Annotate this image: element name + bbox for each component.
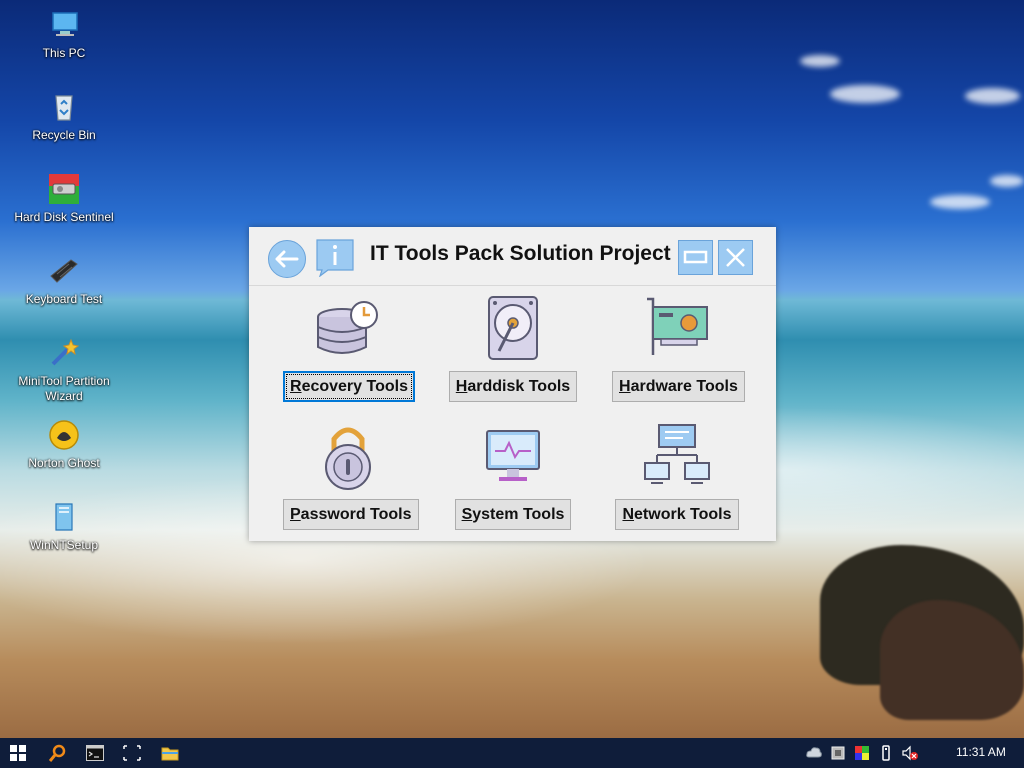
window-title: IT Tools Pack Solution Project — [370, 242, 671, 265]
desktop-icon-label: Norton Ghost — [28, 456, 100, 470]
taskbar-clock[interactable]: 11:31 AM — [956, 745, 1006, 759]
norton-ghost-icon — [49, 420, 79, 450]
display-color-icon[interactable] — [854, 745, 870, 761]
task-view-button[interactable] — [114, 738, 150, 768]
start-button[interactable] — [0, 738, 36, 768]
password-tools-button[interactable]: Password Tools — [283, 499, 419, 530]
hardware-card-icon — [647, 297, 708, 355]
desktop-icon-recycle-bin[interactable]: Recycle Bin — [8, 90, 120, 143]
it-tools-window: IT Tools Pack Solution Project Recovery … — [249, 227, 776, 541]
info-button[interactable] — [316, 239, 354, 278]
recycle-bin-icon — [55, 95, 73, 121]
desktop-icon-label: WinNTSetup — [29, 538, 99, 552]
minimize-button[interactable] — [678, 240, 713, 275]
back-arrow-icon — [275, 250, 299, 268]
search-button[interactable] — [40, 738, 76, 768]
tool-hardware: Hardware Tools — [612, 295, 745, 402]
desktop-icon-label: Hard Disk Sentinel — [14, 210, 114, 224]
info-icon — [316, 239, 354, 278]
tool-system: System Tools — [448, 423, 578, 530]
keyboard-icon — [50, 259, 78, 283]
tool-password: Password Tools — [283, 423, 419, 530]
network-icon — [644, 424, 710, 484]
back-button[interactable] — [268, 240, 306, 278]
database-clock-icon — [317, 301, 378, 354]
tool-recovery: Recovery Tools — [283, 295, 415, 402]
desktop-icon-keyboard-test[interactable]: Keyboard Test — [8, 254, 120, 307]
tool-network: Network Tools — [612, 423, 742, 530]
file-explorer-button[interactable] — [152, 738, 188, 768]
recovery-tools-button[interactable]: Recovery Tools — [283, 371, 415, 402]
network-tools-button[interactable]: Network Tools — [615, 499, 739, 530]
cloud-icon[interactable] — [806, 745, 822, 761]
hardware-tools-button[interactable]: Hardware Tools — [612, 371, 745, 402]
monitor-icon — [486, 430, 540, 481]
taskbar: 11:31 AM — [0, 738, 1024, 768]
minimize-icon — [683, 250, 708, 264]
window-titlebar: IT Tools Pack Solution Project — [249, 227, 776, 286]
desktop-icon-winntsetup[interactable]: WinNTSetup — [8, 500, 120, 553]
desktop-icon-label: Keyboard Test — [25, 292, 103, 306]
desktop-icon-label: Recycle Bin — [32, 128, 96, 142]
windows-start-icon — [10, 745, 26, 761]
volume-muted-icon[interactable] — [902, 745, 918, 761]
desktop-icon-label: MiniTool Partition Wizard — [18, 374, 110, 403]
winntsetup-icon — [55, 503, 73, 531]
close-button[interactable] — [718, 240, 753, 275]
hardware-icon[interactable] — [830, 745, 846, 761]
desktop-icon-norton-ghost[interactable]: Norton Ghost — [8, 418, 120, 471]
file-explorer-icon — [161, 747, 179, 761]
hard-disk-sentinel-icon — [49, 174, 79, 204]
harddisk-icon — [488, 296, 538, 360]
harddisk-tools-button[interactable]: Harddisk Tools — [448, 371, 578, 402]
system-tools-button[interactable]: System Tools — [454, 499, 572, 530]
padlock-icon — [325, 427, 371, 490]
close-icon — [726, 248, 745, 267]
this-pc-icon — [52, 12, 78, 36]
minitool-wand-icon — [51, 338, 80, 366]
task-view-icon — [123, 745, 141, 761]
search-icon — [49, 744, 66, 762]
desktop-icon-hard-disk-sentinel[interactable]: Hard Disk Sentinel — [8, 172, 120, 225]
desktop-icon-this-pc[interactable]: This PC — [8, 8, 120, 61]
command-prompt-button[interactable] — [77, 738, 113, 768]
desktop-icon-label: This PC — [42, 46, 86, 60]
usb-icon[interactable] — [878, 745, 894, 761]
tool-harddisk: Harddisk Tools — [448, 295, 578, 402]
desktop-icon-minitool-partition-wizard[interactable]: MiniTool Partition Wizard — [8, 336, 120, 404]
command-prompt-icon — [86, 745, 104, 761]
